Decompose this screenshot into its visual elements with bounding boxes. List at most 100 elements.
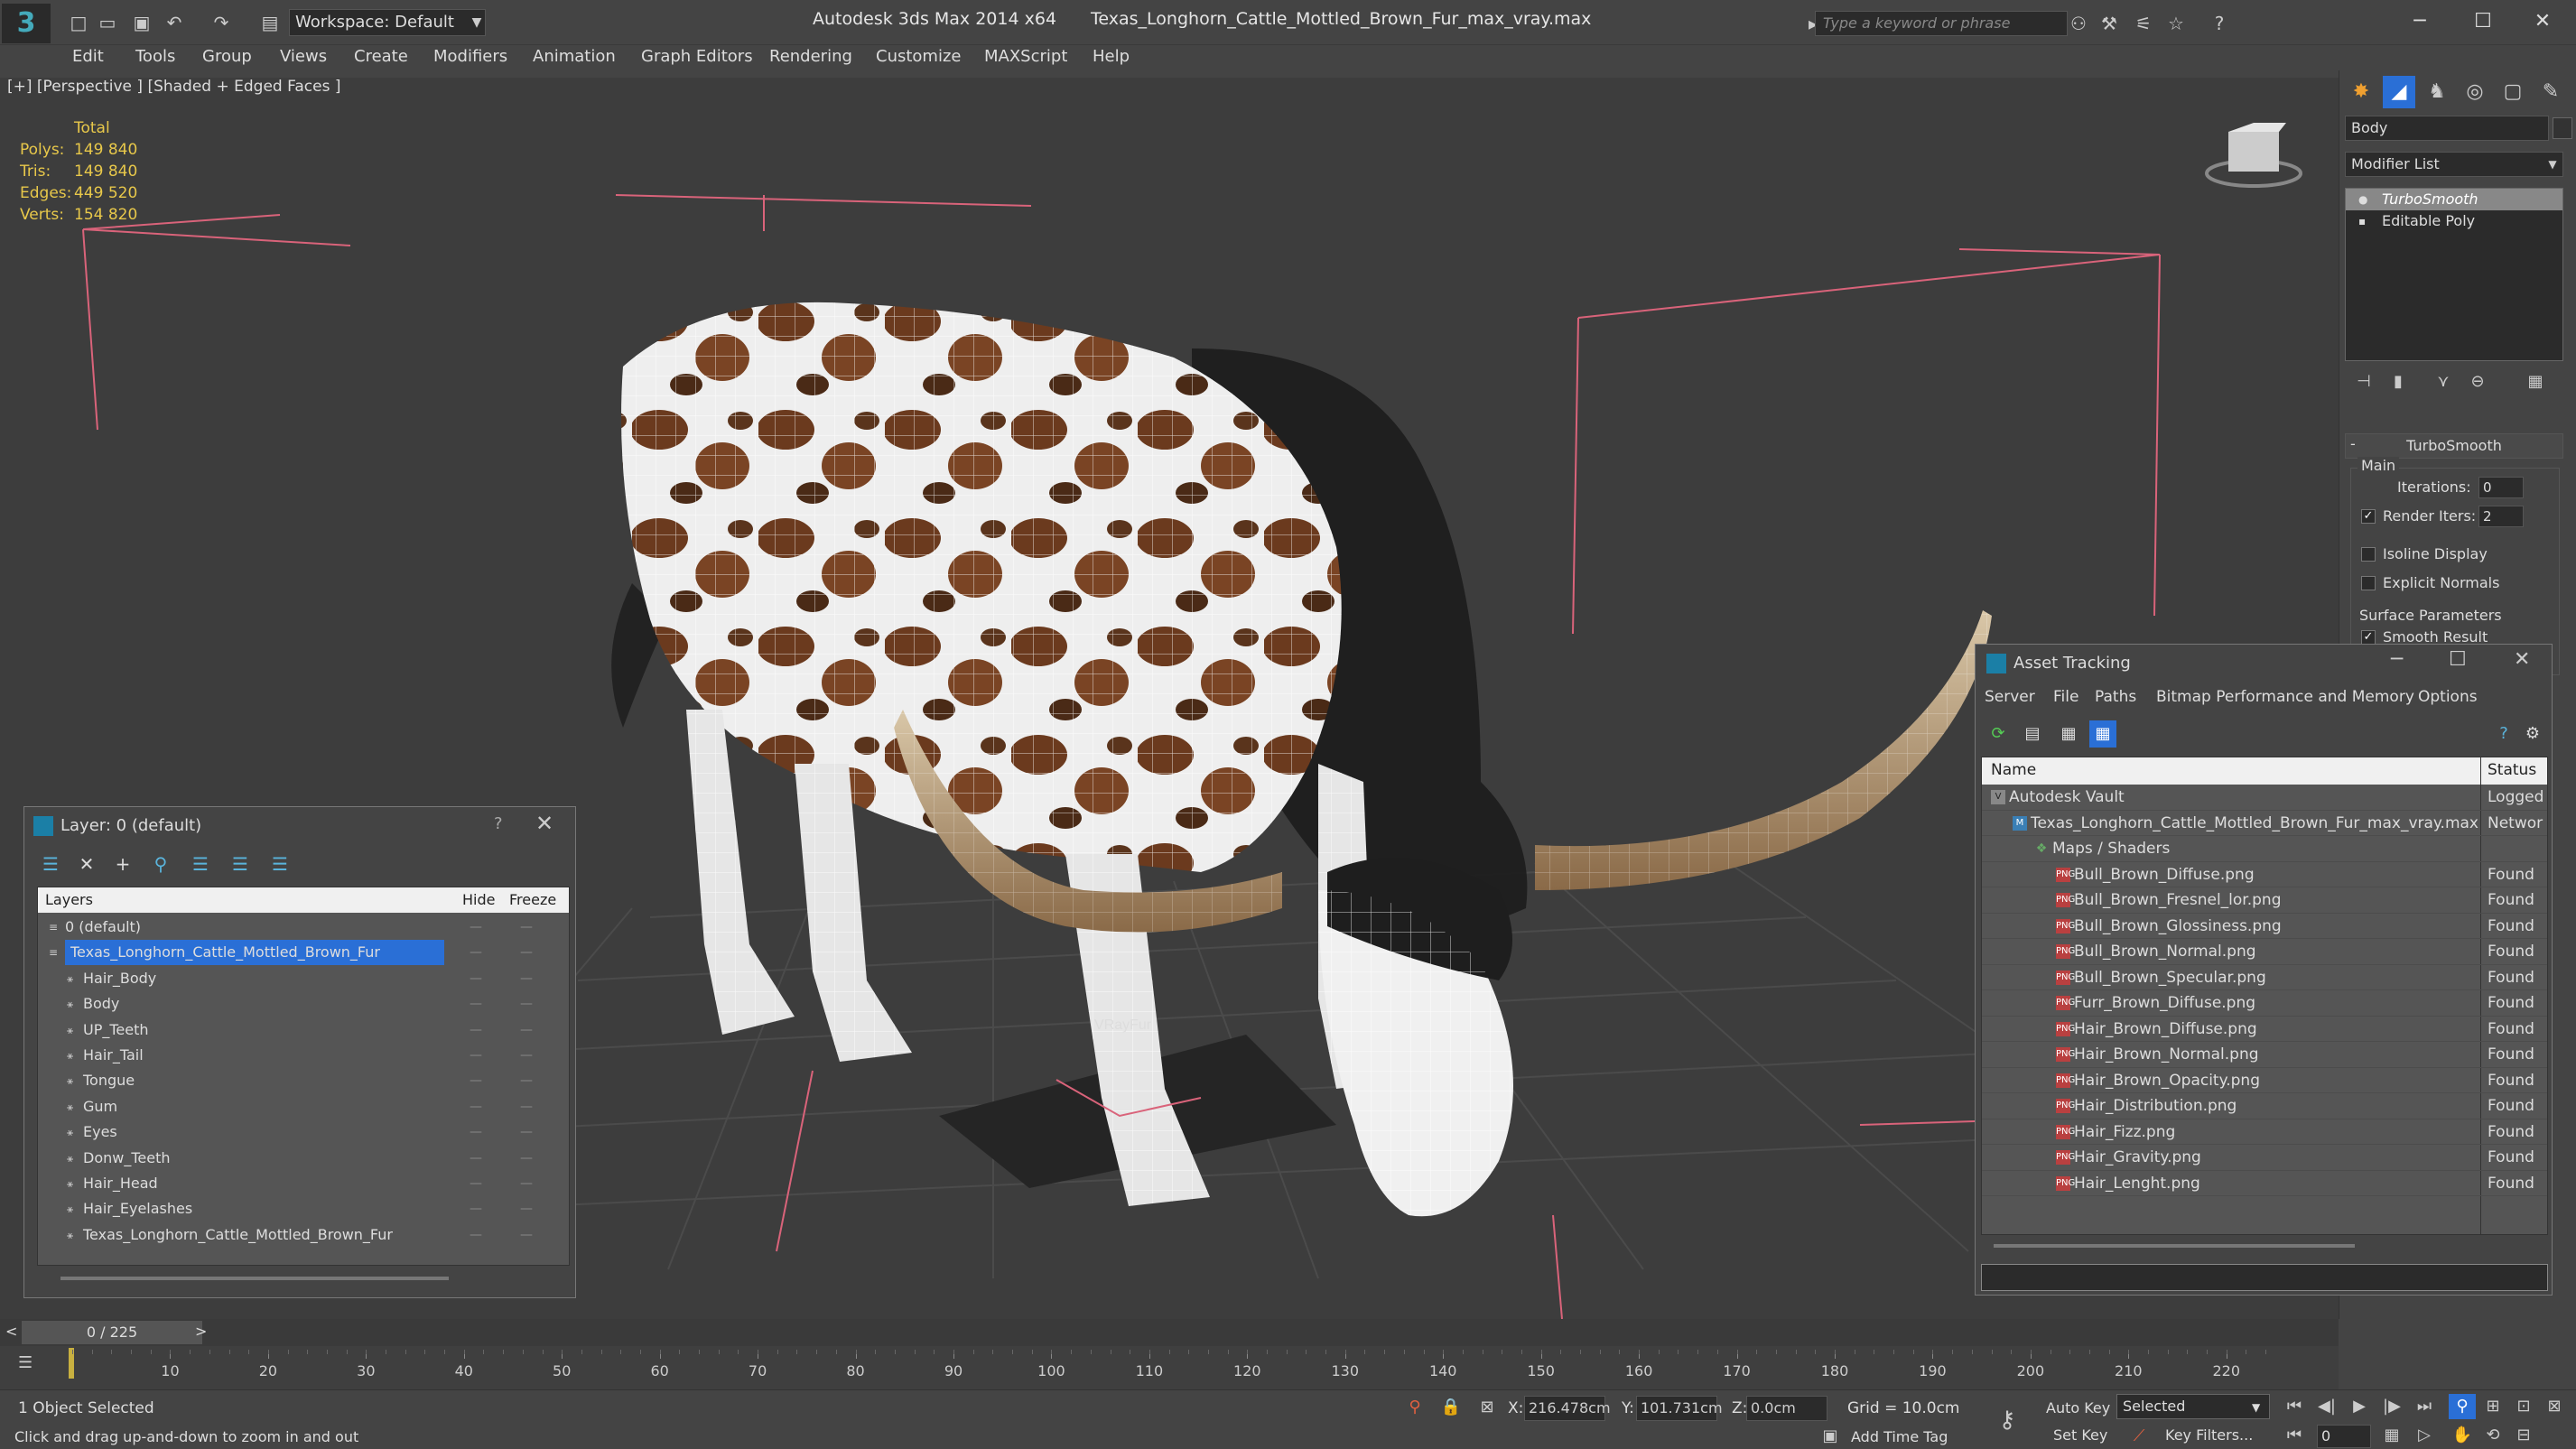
close-icon[interactable]: ✕ <box>2514 648 2530 671</box>
freeze-toggle[interactable]: — <box>520 940 533 965</box>
menu-rendering[interactable]: Rendering <box>769 47 852 66</box>
layer-row[interactable]: ⚹ Body — — <box>38 991 569 1017</box>
freeze-toggle[interactable]: — <box>520 1196 533 1221</box>
asset-row[interactable]: PNG Hair_Brown_Opacity.png Found <box>1982 1068 2547 1093</box>
horizontal-scrollbar[interactable] <box>1994 1244 2355 1248</box>
show-end-result-icon[interactable]: ▮ <box>2385 368 2412 395</box>
track-bar[interactable]: ☰ 10 20 30 40 50 60 70 80 90 100 110 120 130 140 150 16… <box>0 1346 2339 1389</box>
asset-row[interactable]: M Texas_Longhorn_Cattle_Mottled_Brown_Fur… <box>1982 811 2547 836</box>
add-to-layer-icon[interactable]: + <box>109 850 136 878</box>
freeze-toggle[interactable]: — <box>520 966 533 991</box>
key-icon[interactable]: ⚷ <box>1995 1408 2019 1432</box>
asset-row[interactable]: PNG Bull_Brown_Fresnel_lor.png Found <box>1982 887 2547 914</box>
minimize-icon[interactable]: ─ <box>2391 648 2403 671</box>
object-color-swatch[interactable] <box>2553 117 2572 139</box>
freeze-toggle[interactable]: — <box>520 1119 533 1145</box>
default-tangent-icon[interactable]: ⟋ <box>2127 1425 2151 1448</box>
minimize-icon[interactable]: ─ <box>2393 5 2447 38</box>
layers-column-header[interactable]: Layers <box>45 891 93 908</box>
layer-row[interactable]: ⚹ Hair_Head — — <box>38 1171 569 1196</box>
previous-frame-icon[interactable]: ◀| <box>2313 1394 2340 1419</box>
close-icon[interactable]: ✕ <box>2516 5 2570 38</box>
hide-toggle[interactable]: — <box>470 940 482 965</box>
chevron-right-icon[interactable]: > <box>195 1323 207 1340</box>
help-icon[interactable]: ? <box>2490 720 2517 748</box>
current-frame-field[interactable]: 0 <box>2317 1425 2371 1448</box>
highlight-layer-icon[interactable]: ☰ <box>187 850 214 878</box>
pin-stack-icon[interactable]: ⊣ <box>2350 368 2377 395</box>
freeze-toggle[interactable]: — <box>520 1043 533 1068</box>
layer-row[interactable]: ⚹ Eyes — — <box>38 1119 569 1145</box>
layer-dialog-titlebar[interactable]: Layer: 0 (default) ? ✕ <box>24 807 575 845</box>
freeze-all-icon[interactable]: ☰ <box>266 850 293 878</box>
viewport-label[interactable]: [+] [Perspective ] [Shaded + Edged Faces… <box>7 78 340 96</box>
project-folder-icon[interactable]: ▤ <box>258 11 282 34</box>
select-objects-icon[interactable]: ⚲ <box>147 850 174 878</box>
hide-toggle[interactable]: — <box>470 1222 482 1248</box>
iterations-spinner[interactable]: 0 <box>2478 477 2524 498</box>
menu-help[interactable]: Help <box>1093 47 1130 66</box>
time-config-icon[interactable]: ▦ <box>2378 1423 2405 1448</box>
explicit-normals-checkbox[interactable] <box>2361 576 2376 590</box>
stack-item-turbosmooth[interactable]: ● TurboSmooth <box>2346 189 2562 210</box>
hide-toggle[interactable]: — <box>470 1068 482 1093</box>
hide-toggle[interactable]: — <box>470 991 482 1017</box>
auto-key-button[interactable]: Auto Key <box>2046 1399 2110 1416</box>
zoom-all-icon[interactable]: ⊞ <box>2479 1394 2506 1419</box>
y-coord-field[interactable]: 101.731cm <box>1636 1396 1723 1421</box>
layer-row[interactable]: ≡ 0 (default) — — <box>38 915 569 940</box>
menu-animation[interactable]: Animation <box>533 47 616 66</box>
chevron-down-icon[interactable]: ▼ <box>468 9 486 36</box>
save-file-icon[interactable]: ▣ <box>130 11 153 34</box>
menu-views[interactable]: Views <box>280 47 327 66</box>
go-to-end-icon[interactable]: ⏭ <box>2411 1394 2438 1419</box>
status-column-header[interactable]: Status <box>2488 761 2536 779</box>
asset-row[interactable]: PNG Hair_Brown_Normal.png Found <box>1982 1042 2547 1068</box>
remove-modifier-icon[interactable]: ⊖ <box>2464 368 2491 395</box>
turbosmooth-rollout[interactable]: TurboSmooth <box>2345 433 2563 459</box>
modifier-list-dropdown[interactable]: Modifier List <box>2345 152 2563 177</box>
freeze-toggle[interactable]: — <box>520 1068 533 1093</box>
asset-menu-options[interactable]: Options <box>2418 688 2478 706</box>
configure-sets-icon[interactable]: ▦ <box>2522 368 2549 395</box>
layer-row[interactable]: ≡ Texas_Longhorn_Cattle_Mottled_Brown_Fur… <box>38 940 569 966</box>
menu-edit[interactable]: Edit <box>72 47 104 66</box>
menu-maxscript[interactable]: MAXScript <box>984 47 1067 66</box>
undo-icon[interactable]: ↶ <box>163 11 186 34</box>
communication-icon[interactable]: ⚟ <box>2131 11 2156 36</box>
asset-row[interactable]: PNG Hair_Fizz.png Found <box>1982 1119 2547 1145</box>
menu-tools[interactable]: Tools <box>135 47 175 66</box>
maximize-viewport-icon[interactable]: ⊟ <box>2510 1423 2537 1448</box>
menu-graph-editors[interactable]: Graph Editors <box>641 47 753 66</box>
hide-all-icon[interactable]: ☰ <box>227 850 254 878</box>
workspace-dropdown[interactable]: Workspace: Default <box>289 9 486 36</box>
asset-row[interactable]: PNG Bull_Brown_Specular.png Found <box>1982 965 2547 990</box>
chevron-down-icon[interactable]: ▼ <box>2543 153 2562 175</box>
menu-modifiers[interactable]: Modifiers <box>433 47 507 66</box>
name-column-header[interactable]: Name <box>1991 761 2036 779</box>
add-time-tag[interactable]: Add Time Tag <box>1851 1428 1948 1445</box>
help-icon[interactable]: ? <box>494 814 503 833</box>
motion-tab-icon[interactable]: ◎ <box>2459 76 2491 108</box>
key-selection-set-dropdown[interactable]: Selected <box>2116 1394 2270 1419</box>
asset-menu-paths[interactable]: Paths <box>2095 688 2136 706</box>
asset-row[interactable]: PNG Hair_Gravity.png Found <box>1982 1145 2547 1171</box>
zoom-extents-icon[interactable]: ⊡ <box>2510 1394 2537 1419</box>
asset-row[interactable]: PNG Hair_Distribution.png Found <box>1982 1093 2547 1119</box>
key-mode-icon[interactable]: ⏮ <box>2281 1423 2308 1448</box>
asset-row[interactable]: V Autodesk Vault Logged <box>1982 785 2547 811</box>
go-to-start-icon[interactable]: ⏮ <box>2281 1394 2308 1419</box>
subscription-icon[interactable]: ⚒ <box>2097 11 2122 36</box>
modify-tab-icon[interactable]: ◢ <box>2383 76 2415 108</box>
collapse-icon[interactable]: - <box>2350 435 2356 452</box>
open-file-icon[interactable]: ▭ <box>96 11 119 34</box>
layer-row[interactable]: ⚹ Hair_Eyelashes — — <box>38 1196 569 1221</box>
menu-create[interactable]: Create <box>354 47 408 66</box>
asset-menu-server[interactable]: Server <box>1985 688 2035 706</box>
hide-toggle[interactable]: — <box>470 966 482 991</box>
x-coord-field[interactable]: 216.478cm <box>1524 1396 1611 1421</box>
smooth-result-checkbox[interactable]: ✓ <box>2361 630 2376 645</box>
mini-curve-editor-icon[interactable]: ☰ <box>18 1353 33 1372</box>
isoline-checkbox[interactable] <box>2361 547 2376 562</box>
lightbulb-icon[interactable]: ● <box>2358 192 2373 207</box>
